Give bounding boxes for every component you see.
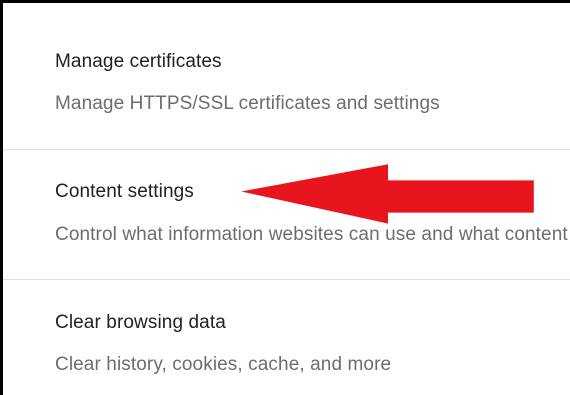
content-settings-title: Content settings [55,181,194,202]
clear-browsing-data-title: Clear browsing data [55,312,226,333]
settings-viewport: Manage certificates Manage HTTPS/SSL cer… [0,0,570,395]
manage-certificates-description: Manage HTTPS/SSL certificates and settin… [55,93,440,114]
clear-browsing-data-description: Clear history, cookies, cache, and more [55,354,392,375]
content-settings-description: Control what information websites can us… [55,224,570,245]
manage-certificates-row[interactable]: Manage certificates Manage HTTPS/SSL cer… [3,3,570,149]
clear-browsing-data-row[interactable]: Clear browsing data Clear history, cooki… [3,280,570,395]
manage-certificates-title: Manage certificates [55,51,222,72]
content-settings-row[interactable]: Content settings Control what informatio… [3,150,570,279]
